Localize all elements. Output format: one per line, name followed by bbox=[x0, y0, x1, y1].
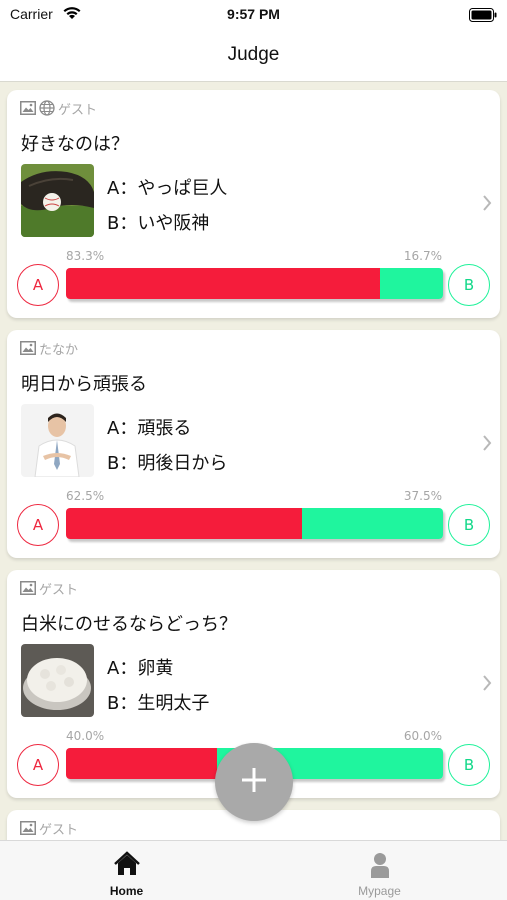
post-meta: ゲスト bbox=[20, 579, 79, 598]
person-icon bbox=[366, 851, 394, 883]
post-card[interactable]: ゲスト 好きなのは？ A：やっぱ巨人 B：いや阪神 83.3% 16.7% A bbox=[7, 90, 500, 318]
percent-b: 37.5% bbox=[403, 489, 442, 503]
percent-b: 16.7% bbox=[403, 249, 442, 263]
tab-bar: Home Mypage bbox=[0, 840, 507, 900]
option-a-text: A：卵黄 bbox=[107, 658, 174, 679]
percent-a: 83.3% bbox=[66, 249, 105, 263]
image-icon bbox=[20, 101, 36, 115]
image-icon bbox=[20, 821, 36, 835]
globe-icon bbox=[39, 100, 55, 116]
navigation-bar: Judge bbox=[0, 30, 507, 82]
percent-a: 62.5% bbox=[66, 489, 105, 503]
option-b-text: B：生明太子 bbox=[107, 693, 210, 714]
chevron-right-icon[interactable] bbox=[482, 194, 492, 216]
option-b-text: B：明後日から bbox=[107, 453, 228, 474]
option-b-text: B：いや阪神 bbox=[107, 213, 210, 234]
vote-a-button[interactable]: A bbox=[17, 264, 59, 306]
post-meta: ゲスト bbox=[20, 99, 98, 118]
plus-icon bbox=[241, 767, 267, 797]
post-card[interactable]: たなか 明日から頑張る A：頑張る B：明後日から 62.5% 37.5% A … bbox=[7, 330, 500, 558]
author-name: ゲスト bbox=[58, 102, 98, 118]
post-thumbnail bbox=[21, 404, 94, 477]
post-thumbnail bbox=[21, 644, 94, 717]
vote-a-button[interactable]: A bbox=[17, 744, 59, 786]
vote-b-button[interactable]: B bbox=[448, 504, 490, 546]
result-bar bbox=[66, 268, 443, 299]
home-icon bbox=[113, 851, 141, 881]
chevron-right-icon[interactable] bbox=[482, 434, 492, 456]
author-name: ゲスト bbox=[39, 822, 79, 838]
author-name: ゲスト bbox=[39, 582, 79, 598]
result-bar-b bbox=[301, 508, 443, 539]
question-title: 好きなのは？ bbox=[21, 134, 129, 155]
post-feed[interactable]: ゲスト 好きなのは？ A：やっぱ巨人 B：いや阪神 83.3% 16.7% A bbox=[0, 82, 507, 840]
question-title: 白米にのせるならどっち？ bbox=[21, 614, 237, 635]
result-bar bbox=[66, 508, 443, 539]
clock: 9:57 PM bbox=[227, 6, 280, 22]
vote-a-button[interactable]: A bbox=[17, 504, 59, 546]
add-post-button[interactable] bbox=[215, 743, 293, 821]
percent-a: 40.0% bbox=[66, 729, 105, 743]
image-icon bbox=[20, 341, 36, 355]
result-bar-a bbox=[66, 748, 217, 779]
vote-b-button[interactable]: B bbox=[448, 264, 490, 306]
post-meta: たなか bbox=[20, 339, 79, 358]
post-meta: ゲスト bbox=[20, 819, 79, 838]
tab-mypage-label: Mypage bbox=[358, 884, 401, 898]
tab-home[interactable]: Home bbox=[0, 841, 253, 900]
post-thumbnail bbox=[21, 164, 94, 237]
tab-mypage[interactable]: Mypage bbox=[253, 841, 506, 900]
status-bar: Carrier 9:57 PM bbox=[0, 0, 507, 30]
battery-icon bbox=[469, 7, 497, 26]
author-name: たなか bbox=[39, 342, 79, 358]
result-bar-a bbox=[66, 268, 381, 299]
option-a-text: A：頑張る bbox=[107, 418, 192, 439]
option-a-text: A：やっぱ巨人 bbox=[107, 178, 228, 199]
page-title: Judge bbox=[227, 44, 280, 65]
chevron-right-icon[interactable] bbox=[482, 674, 492, 696]
vote-b-button[interactable]: B bbox=[448, 744, 490, 786]
result-bar-b bbox=[380, 268, 443, 299]
question-title: 明日から頑張る bbox=[21, 374, 147, 395]
result-bar-a bbox=[66, 508, 302, 539]
percent-b: 60.0% bbox=[403, 729, 442, 743]
tab-home-label: Home bbox=[109, 884, 144, 898]
image-icon bbox=[20, 581, 36, 595]
